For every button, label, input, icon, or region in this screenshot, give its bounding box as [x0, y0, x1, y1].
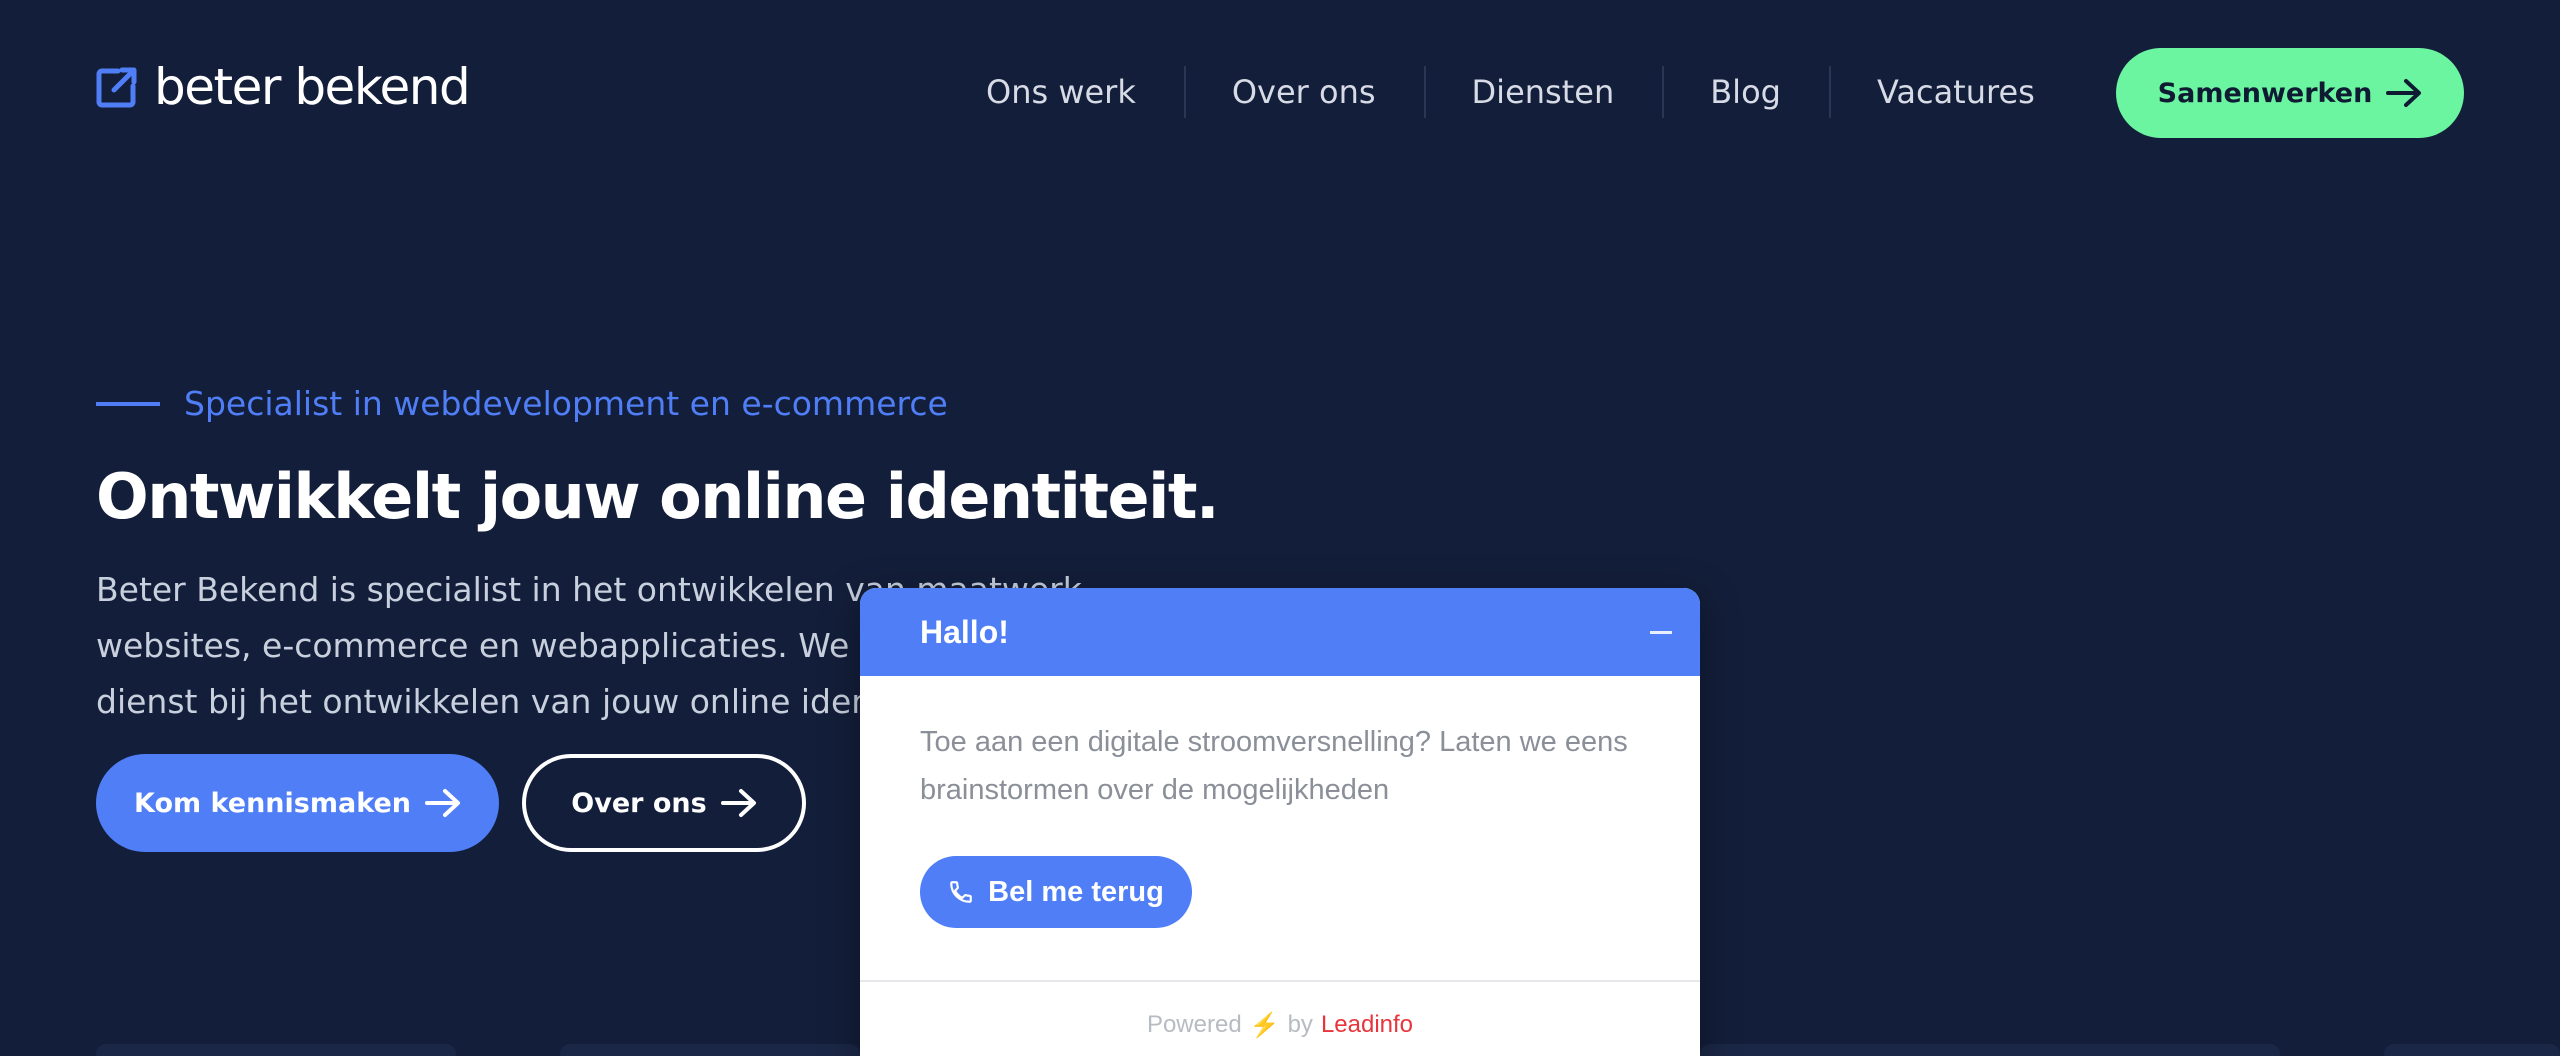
nav-item-vacatures[interactable]: Vacatures — [1828, 62, 2083, 122]
over-ons-button[interactable]: Over ons — [522, 754, 806, 852]
bel-me-terug-button[interactable]: Bel me terug — [920, 856, 1192, 928]
hero-eyebrow: Specialist in webdevelopment en e-commer… — [96, 384, 948, 423]
phone-icon — [950, 881, 972, 903]
card-preview — [96, 1044, 456, 1056]
minimize-icon[interactable] — [1650, 630, 1672, 634]
chat-widget: Hallo! Toe aan een digitale stroomversne… — [860, 588, 1700, 1056]
samenwerken-button[interactable]: Samenwerken — [2116, 48, 2464, 138]
nav-item-blog[interactable]: Blog — [1662, 62, 1829, 122]
chat-message: Toe aan een digitale stroomversnelling? … — [920, 726, 1628, 806]
eyebrow-line — [96, 401, 160, 406]
logo-text: beter bekend — [154, 58, 471, 116]
kom-kennismaken-label: Kom kennismaken — [134, 787, 411, 819]
main-nav: Ons werk Over ons Diensten Blog Vacature… — [938, 62, 2083, 122]
nav-item-over-ons[interactable]: Over ons — [1183, 62, 1424, 122]
logo[interactable]: beter bekend — [96, 58, 471, 116]
chat-footer: Powered ⚡ by Leadinfo — [860, 980, 1700, 1056]
leadinfo-link[interactable]: Leadinfo — [1321, 1011, 1413, 1039]
kom-kennismaken-button[interactable]: Kom kennismaken — [96, 754, 499, 852]
arrow-right-icon — [2386, 79, 2422, 107]
chat-body: Toe aan een digitale stroomversnelling? … — [860, 676, 1700, 980]
samenwerken-label: Samenwerken — [2157, 77, 2373, 109]
powered-text: Powered — [1146, 1011, 1242, 1038]
hero-title: Ontwikkelt jouw online identiteit. — [96, 460, 1220, 533]
bel-me-terug-label: Bel me terug — [988, 875, 1164, 908]
chat-header[interactable]: Hallo! — [860, 588, 1700, 676]
over-ons-label: Over ons — [571, 787, 707, 819]
nav-item-diensten[interactable]: Diensten — [1423, 62, 1663, 122]
nav-item-ons-werk[interactable]: Ons werk — [938, 62, 1184, 122]
arrow-right-icon — [424, 789, 460, 817]
card-preview — [560, 1044, 860, 1056]
eyebrow-text: Specialist in webdevelopment en e-commer… — [184, 384, 948, 423]
arrow-right-icon — [720, 789, 756, 817]
external-link-icon — [96, 67, 137, 108]
by-text: by — [1287, 1011, 1313, 1038]
card-preview — [2384, 1044, 2560, 1056]
chat-title: Hallo! — [920, 613, 1009, 650]
bolt-icon: ⚡ — [1249, 1011, 1280, 1039]
card-preview — [1700, 1044, 2280, 1056]
